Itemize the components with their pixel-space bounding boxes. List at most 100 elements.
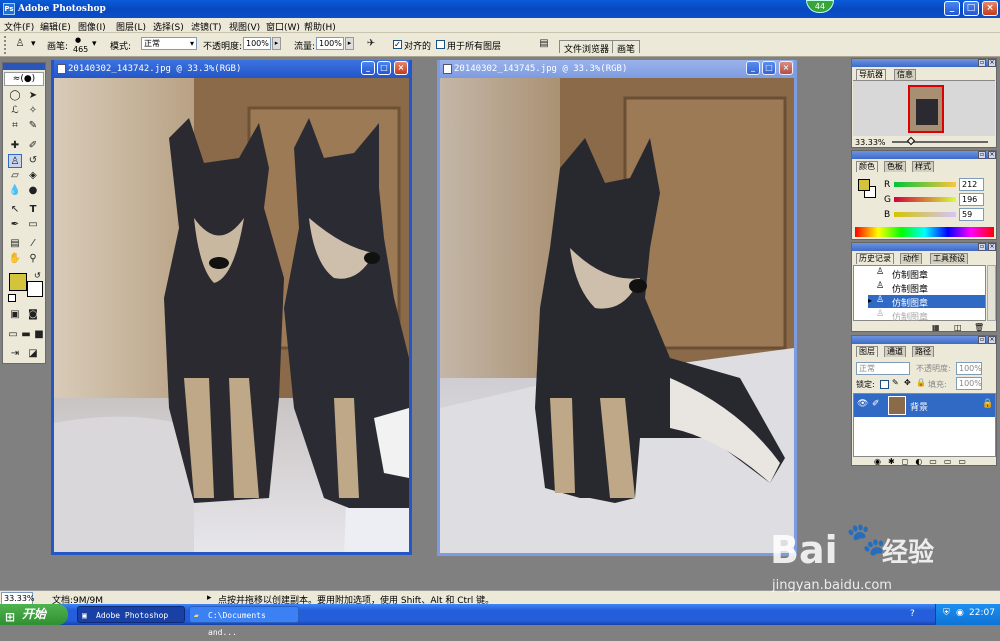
- photo-one-dog[interactable]: [440, 78, 794, 553]
- navigator-palette-header[interactable]: [852, 59, 996, 67]
- tab-brushes[interactable]: 画笔: [612, 40, 641, 55]
- tab-tool-presets[interactable]: 工具预设: [930, 253, 968, 264]
- paint-bucket-icon[interactable]: ◈: [26, 169, 40, 183]
- move-icon[interactable]: ➤: [26, 89, 40, 103]
- menu-window[interactable]: 窗口(W): [266, 20, 300, 33]
- maximize-button[interactable]: □: [963, 1, 979, 16]
- lasso-icon[interactable]: ℒ: [8, 104, 22, 118]
- default-colors-icon[interactable]: [8, 294, 16, 302]
- history-item[interactable]: ♙ 仿制图章: [854, 309, 985, 323]
- menu-file[interactable]: 文件(F): [4, 20, 34, 33]
- tab-swatches[interactable]: 色板: [884, 161, 906, 172]
- tab-styles[interactable]: 样式: [912, 161, 934, 172]
- layer-blend-mode-select[interactable]: 正常: [856, 362, 910, 375]
- color-minimize-button[interactable]: ▫: [978, 151, 986, 159]
- layers-palette-header[interactable]: [852, 336, 996, 344]
- security-shield-icon[interactable]: ⛨: [943, 608, 950, 618]
- lock-all-icon[interactable]: 🔒: [916, 378, 926, 387]
- tab-paths[interactable]: 路径: [912, 346, 934, 357]
- crop-icon[interactable]: ⌗: [8, 119, 22, 133]
- r-slider[interactable]: [894, 182, 956, 187]
- jump-to-imageready-icon[interactable]: ⇥: [8, 347, 22, 361]
- zoom-icon[interactable]: ⚲: [26, 252, 40, 266]
- navigator-zoom-slider[interactable]: [892, 136, 988, 146]
- network-icon[interactable]: ◉: [956, 608, 964, 618]
- swap-colors-icon[interactable]: ↺: [34, 271, 41, 280]
- history-close-button[interactable]: ×: [988, 243, 996, 251]
- layer-opacity-field[interactable]: 100%: [956, 362, 982, 375]
- tab-info[interactable]: 信息: [894, 69, 916, 80]
- adobe-online-icon[interactable]: ≈(●): [4, 72, 44, 86]
- path-select-icon[interactable]: ↖: [8, 203, 22, 217]
- history-palette-header[interactable]: [852, 243, 996, 251]
- menu-view[interactable]: 视图(V): [229, 20, 260, 33]
- navigator-minimize-button[interactable]: ▫: [978, 59, 986, 67]
- background-color-swatch[interactable]: [27, 281, 43, 297]
- taskbar-item-photoshop[interactable]: ▣ Adobe Photoshop: [77, 606, 185, 623]
- doc2-maximize-button[interactable]: □: [762, 61, 776, 75]
- palette-toggle-icon[interactable]: ▤: [537, 37, 551, 51]
- history-item[interactable]: ♙ 仿制图章: [854, 267, 985, 281]
- g-field[interactable]: 196: [959, 193, 984, 206]
- r-field[interactable]: 212: [959, 178, 984, 191]
- aligned-checkbox[interactable]: ✓: [393, 40, 402, 49]
- type-icon[interactable]: T: [26, 203, 40, 217]
- screen-mode-full-icon[interactable]: ■: [32, 328, 46, 342]
- document-window-2[interactable]: 20140302_143745.jpg @ 33.3%(RGB) _ □ ×: [437, 60, 797, 556]
- close-button[interactable]: ×: [982, 1, 998, 16]
- pen-icon[interactable]: ✒: [8, 218, 22, 232]
- minimize-button[interactable]: _: [944, 1, 960, 16]
- document-window-1[interactable]: 20140302_143742.jpg @ 33.3%(RGB) _ □ ×: [51, 60, 412, 555]
- fill-field[interactable]: 100%: [956, 377, 982, 390]
- color-fg-swatch[interactable]: [858, 179, 870, 191]
- dodge-icon[interactable]: ●: [26, 184, 40, 198]
- tab-actions[interactable]: 动作: [900, 253, 922, 264]
- status-arrow-icon[interactable]: ▸: [207, 593, 212, 603]
- blur-icon[interactable]: 💧: [8, 184, 22, 198]
- navigator-thumbnail[interactable]: [908, 85, 944, 133]
- notes-icon[interactable]: ▤: [8, 237, 22, 251]
- opacity-slider-button[interactable]: ▸: [272, 37, 281, 50]
- tab-file-browser[interactable]: 文件浏览器: [559, 40, 615, 55]
- slice-icon[interactable]: ✎: [26, 119, 40, 133]
- taskbar-item-explorer[interactable]: ▰ C:\Documents and...: [189, 606, 299, 637]
- history-brush-icon[interactable]: ↺: [26, 154, 40, 168]
- marquee-icon[interactable]: ◯: [8, 89, 22, 103]
- airbrush-icon[interactable]: ✈: [364, 37, 378, 51]
- color-palette-header[interactable]: [852, 151, 996, 159]
- imageready-icon[interactable]: ◪: [26, 347, 40, 361]
- mode-select[interactable]: 正常 ▾: [141, 37, 197, 50]
- g-slider[interactable]: [894, 197, 956, 202]
- standard-mode-icon[interactable]: ▣: [8, 308, 22, 322]
- menu-filter[interactable]: 滤镜(T): [191, 20, 222, 33]
- shape-icon[interactable]: ▭: [26, 218, 40, 232]
- doc1-minimize-button[interactable]: _: [361, 61, 375, 75]
- brush-size[interactable]: 465: [73, 45, 88, 54]
- history-new-document-icon[interactable]: ◫: [954, 323, 962, 332]
- tab-channels[interactable]: 通道: [884, 346, 906, 357]
- b-slider[interactable]: [894, 212, 956, 217]
- magic-wand-icon[interactable]: ✧: [26, 104, 40, 118]
- color-spectrum-ramp[interactable]: [855, 227, 994, 237]
- quick-mask-icon[interactable]: ◙: [26, 308, 40, 322]
- history-item-selected[interactable]: ♙ 仿制图章: [868, 295, 985, 309]
- preset-arrow-icon[interactable]: ▾: [31, 39, 36, 49]
- flow-field[interactable]: 100%: [316, 37, 344, 50]
- healing-brush-icon[interactable]: ✚: [8, 139, 22, 153]
- menu-image[interactable]: 图像(I): [78, 20, 106, 33]
- document-1-title-bar[interactable]: 20140302_143742.jpg @ 33.3%(RGB): [54, 60, 409, 78]
- brush-arrow-icon[interactable]: ▾: [92, 39, 97, 49]
- eyedropper-icon[interactable]: ⁄: [26, 237, 40, 251]
- lock-transparency-checkbox[interactable]: [880, 380, 889, 389]
- history-new-snapshot-icon[interactable]: ▦: [932, 323, 940, 332]
- clone-stamp-icon[interactable]: ♙: [8, 154, 22, 168]
- doc1-maximize-button[interactable]: □: [377, 61, 391, 75]
- brush-icon[interactable]: ✐: [26, 139, 40, 153]
- layers-close-button[interactable]: ×: [988, 336, 996, 344]
- navigator-zoom[interactable]: 33.33%: [855, 138, 886, 147]
- lock-pixels-icon[interactable]: ✎: [892, 378, 899, 387]
- menu-edit[interactable]: 编辑(E): [40, 20, 71, 33]
- doc2-close-button[interactable]: ×: [779, 61, 793, 75]
- layer-row-background[interactable]: 👁 ✐ 背景 🔒: [854, 394, 995, 417]
- grip-handle[interactable]: [4, 36, 8, 54]
